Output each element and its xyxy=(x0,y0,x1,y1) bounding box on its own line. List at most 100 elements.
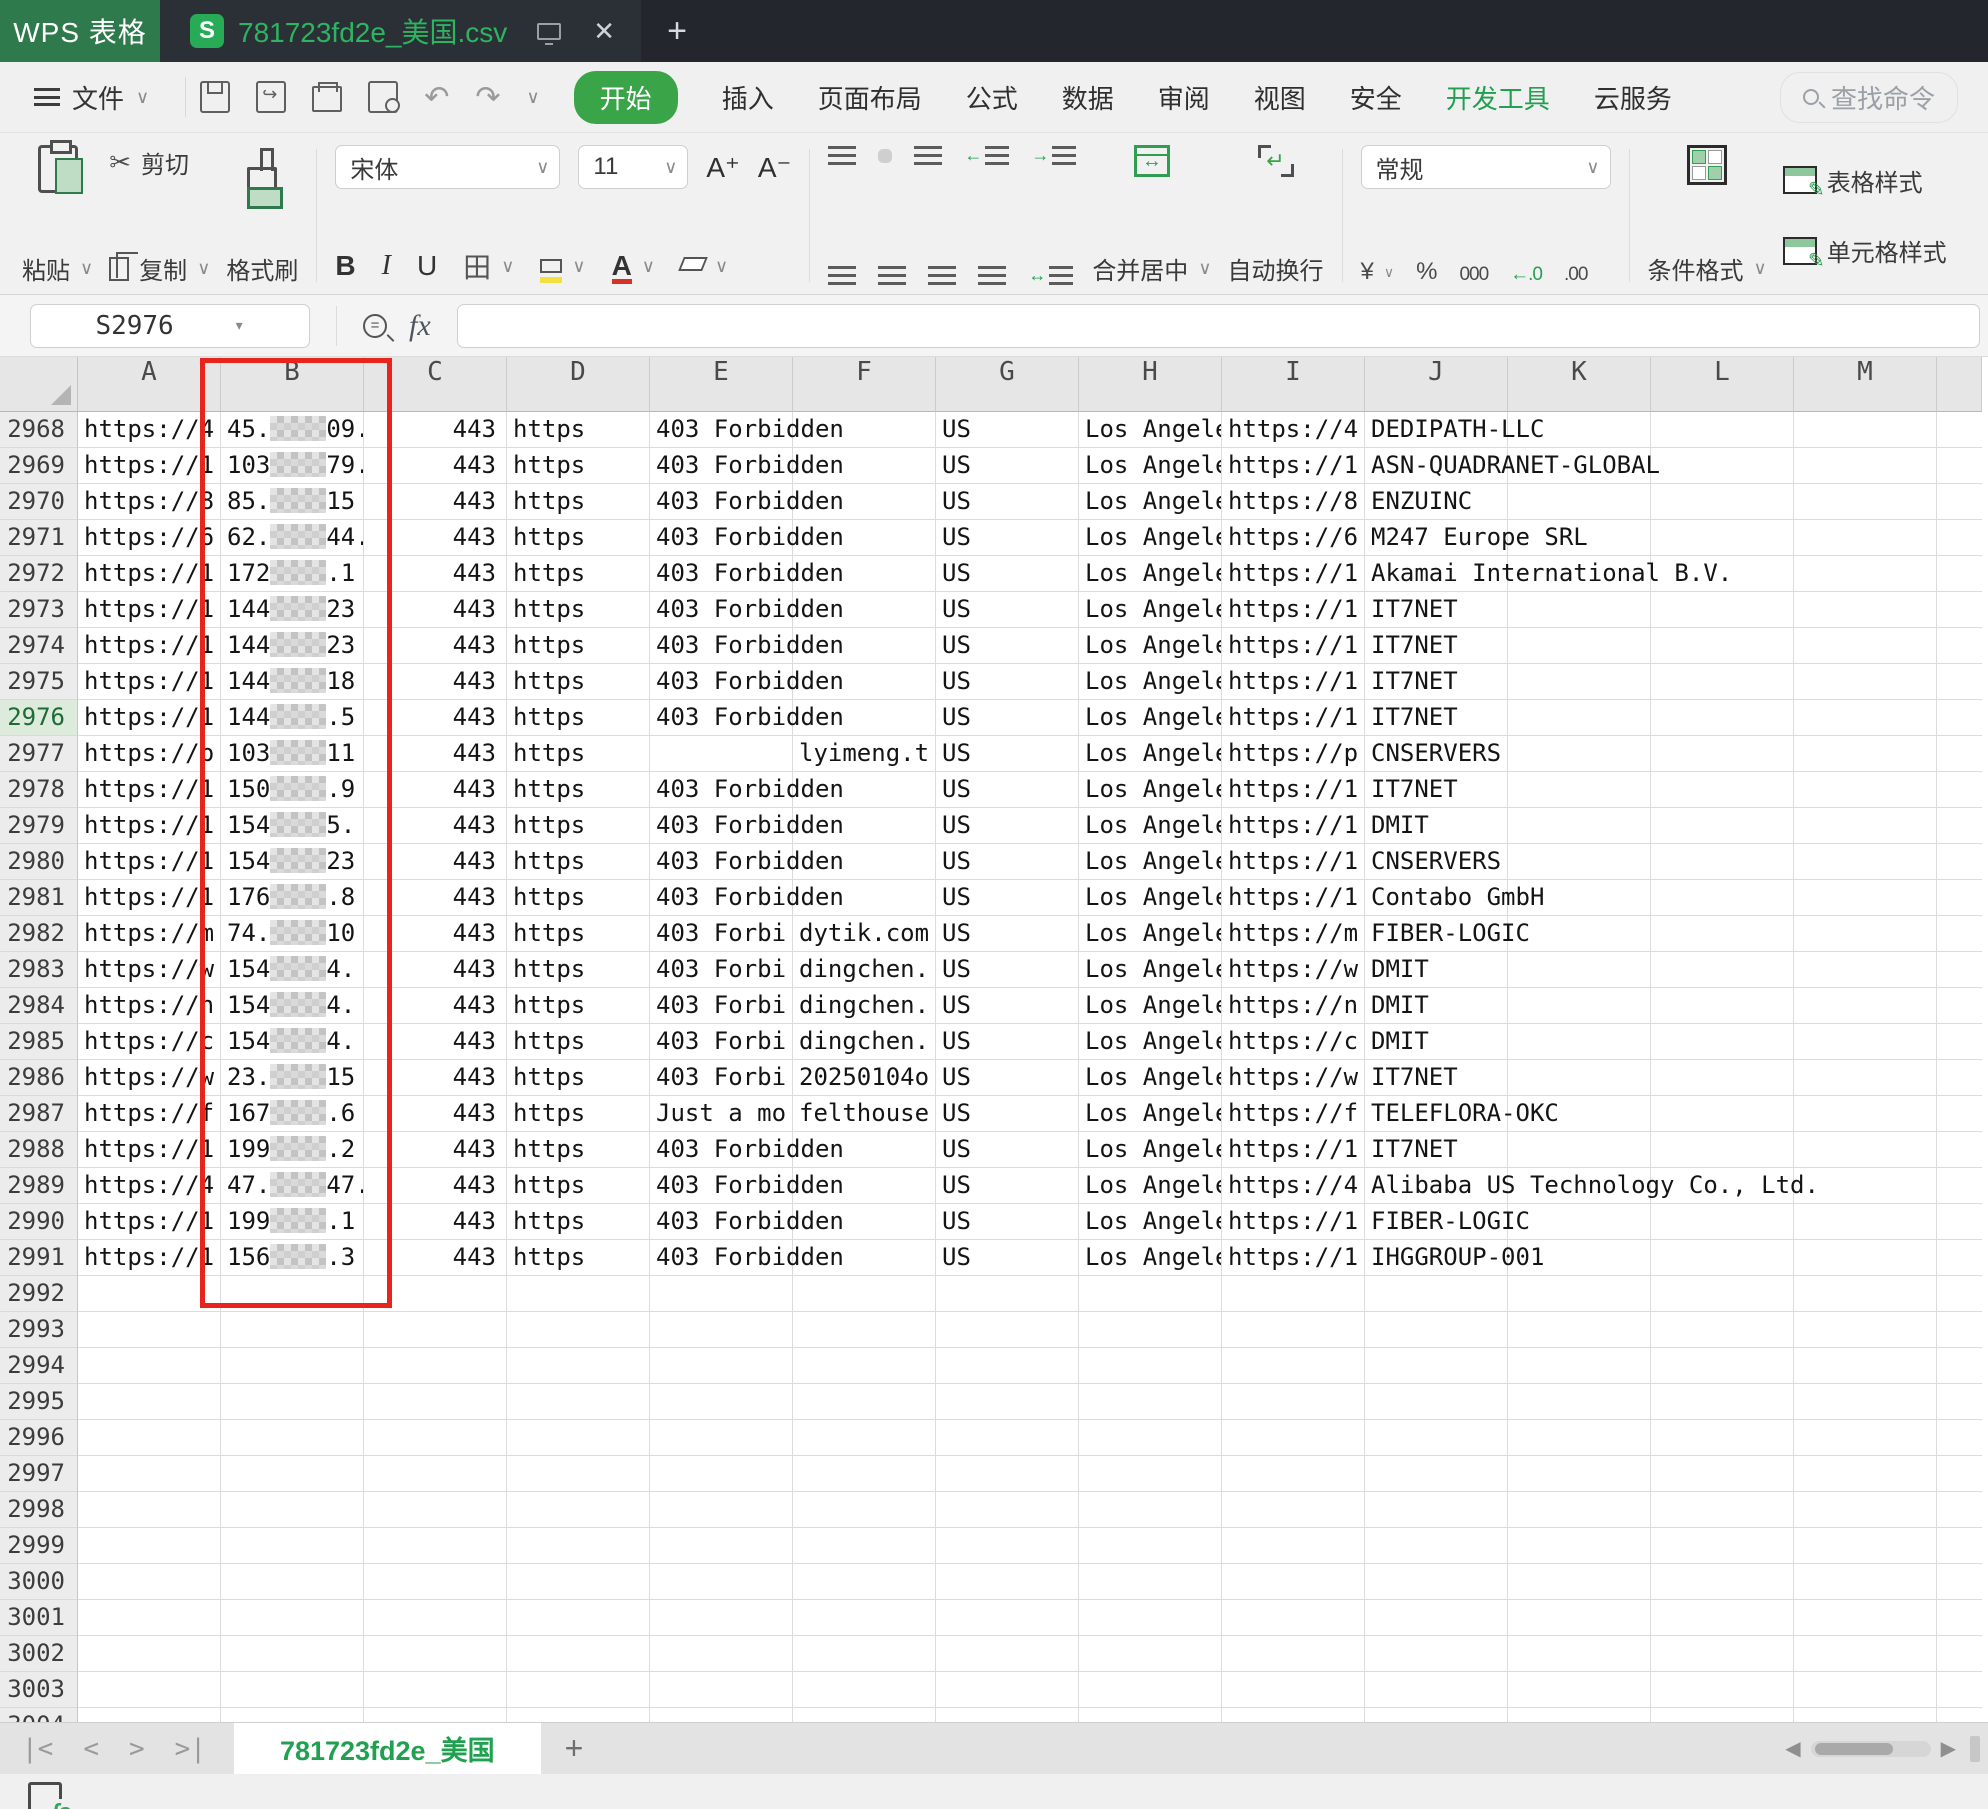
cell-style-button[interactable]: 单元格样式 xyxy=(1782,233,1947,273)
cell-E2985[interactable]: 403 Forbi xyxy=(650,1024,793,1060)
cell-A2982[interactable]: https://m xyxy=(78,916,221,952)
cell-E3001[interactable] xyxy=(650,1600,793,1636)
cell-A2977[interactable]: https://p xyxy=(78,736,221,772)
cell-E2973[interactable]: 403 Forbidden xyxy=(650,592,844,628)
cell-J2994[interactable] xyxy=(1365,1348,1508,1384)
cell-M2976[interactable] xyxy=(1794,700,1937,736)
cell-partial[interactable] xyxy=(1937,1600,1982,1636)
cell-I2983[interactable]: https://w xyxy=(1222,952,1365,988)
cell-K2997[interactable] xyxy=(1508,1456,1651,1492)
row-header-2977[interactable]: 2977 xyxy=(0,736,78,772)
tab-insert[interactable]: 插入 xyxy=(722,79,774,116)
cell-A2986[interactable]: https://w xyxy=(78,1060,221,1096)
cell-A3002[interactable] xyxy=(78,1636,221,1672)
cell-C2989[interactable]: 443 xyxy=(364,1168,507,1204)
row-header-2985[interactable]: 2985 xyxy=(0,1024,78,1060)
cell-C2974[interactable]: 443 xyxy=(364,628,507,664)
cell-I2980[interactable]: https://1 xyxy=(1222,844,1365,880)
cell-D2994[interactable] xyxy=(507,1348,650,1384)
new-document-button[interactable]: + xyxy=(641,0,713,62)
cell-K2973[interactable] xyxy=(1508,592,1651,628)
cell-L2988[interactable] xyxy=(1651,1132,1794,1168)
cell-M2969[interactable] xyxy=(1794,448,1937,484)
cell-B2980[interactable]: 154 23 xyxy=(221,844,364,880)
cell-G3004[interactable] xyxy=(936,1708,1079,1722)
row-header-2979[interactable]: 2979 xyxy=(0,808,78,844)
column-header-B[interactable]: B xyxy=(221,357,364,412)
cell-K2996[interactable] xyxy=(1508,1420,1651,1456)
cell-G2977[interactable]: US xyxy=(936,736,1079,772)
cell-M2971[interactable] xyxy=(1794,520,1937,556)
cell-K2999[interactable] xyxy=(1508,1528,1651,1564)
document-tab[interactable]: S 781723fd2e_美国.csv ✕ xyxy=(160,0,642,62)
cell-H2975[interactable]: Los Angele xyxy=(1079,664,1222,700)
cell-D2975[interactable]: https xyxy=(507,664,650,700)
cell-A2988[interactable]: https://1 xyxy=(78,1132,221,1168)
cell-D2982[interactable]: https xyxy=(507,916,650,952)
row-header-2973[interactable]: 2973 xyxy=(0,592,78,628)
cell-I3002[interactable] xyxy=(1222,1636,1365,1672)
cell-H2976[interactable]: Los Angele xyxy=(1079,700,1222,736)
cell-G3003[interactable] xyxy=(936,1672,1079,1708)
cell-J2988[interactable]: IT7NET xyxy=(1365,1132,1508,1168)
cell-H2971[interactable]: Los Angele xyxy=(1079,520,1222,556)
row-header-2975[interactable]: 2975 xyxy=(0,664,78,700)
cell-B2987[interactable]: 167.6 xyxy=(221,1096,364,1132)
italic-button[interactable]: I xyxy=(382,250,391,282)
cell-F2985[interactable]: dingchen. xyxy=(793,1024,936,1060)
cell-I2993[interactable] xyxy=(1222,1312,1365,1348)
cell-D2969[interactable]: https xyxy=(507,448,650,484)
cell-I2988[interactable]: https://1 xyxy=(1222,1132,1365,1168)
cell-K2975[interactable] xyxy=(1508,664,1651,700)
cell-M2977[interactable] xyxy=(1794,736,1937,772)
tab-developer-tools[interactable]: 开发工具 xyxy=(1446,79,1550,116)
cell-D2980[interactable]: https xyxy=(507,844,650,880)
cell-I2991[interactable]: https://1 xyxy=(1222,1240,1365,1276)
cell-I2987[interactable]: https://f xyxy=(1222,1096,1365,1132)
column-header-E[interactable]: E xyxy=(650,357,793,412)
column-header-I[interactable]: I xyxy=(1222,357,1365,412)
cell-G2997[interactable] xyxy=(936,1456,1079,1492)
cell-J2980[interactable]: CNSERVERS xyxy=(1365,844,1508,880)
cell-G2982[interactable]: US xyxy=(936,916,1079,952)
cell-I2986[interactable]: https://w xyxy=(1222,1060,1365,1096)
split-handle[interactable] xyxy=(1970,1735,1980,1762)
row-header-3001[interactable]: 3001 xyxy=(0,1600,78,1636)
align-middle-button[interactable] xyxy=(878,148,893,163)
decrease-indent-button[interactable]: ← xyxy=(964,145,1010,166)
cell-M2973[interactable] xyxy=(1794,592,1937,628)
cell-H2982[interactable]: Los Angele xyxy=(1079,916,1222,952)
cell-I2971[interactable]: https://6 xyxy=(1222,520,1365,556)
cell-M2981[interactable] xyxy=(1794,880,1937,916)
cell-J2970[interactable]: ENZUINC xyxy=(1365,484,1508,520)
cell-M3001[interactable] xyxy=(1794,1600,1937,1636)
cell-J2973[interactable]: IT7NET xyxy=(1365,592,1508,628)
next-sheet-icon[interactable]: > xyxy=(129,1734,145,1764)
cell-E2993[interactable] xyxy=(650,1312,793,1348)
cell-L2975[interactable] xyxy=(1651,664,1794,700)
cell-D2993[interactable] xyxy=(507,1312,650,1348)
cell-D2991[interactable]: https xyxy=(507,1240,650,1276)
cell-D2998[interactable] xyxy=(507,1492,650,1528)
cell-A2993[interactable] xyxy=(78,1312,221,1348)
cell-A2972[interactable]: https://1 xyxy=(78,556,221,592)
cell-K3000[interactable] xyxy=(1508,1564,1651,1600)
cell-K2978[interactable] xyxy=(1508,772,1651,808)
row-header-2986[interactable]: 2986 xyxy=(0,1060,78,1096)
cell-I2995[interactable] xyxy=(1222,1384,1365,1420)
cell-E2992[interactable] xyxy=(650,1276,793,1312)
cell-M2985[interactable] xyxy=(1794,1024,1937,1060)
cell-M2992[interactable] xyxy=(1794,1276,1937,1312)
cell-C2968[interactable]: 443 xyxy=(364,412,507,448)
currency-button[interactable]: ¥ ∨ xyxy=(1361,258,1395,286)
cell-I2974[interactable]: https://1 xyxy=(1222,628,1365,664)
cell-L2976[interactable] xyxy=(1651,700,1794,736)
insert-function-icon[interactable]: fx xyxy=(409,309,431,343)
cell-J2976[interactable]: IT7NET xyxy=(1365,700,1508,736)
cell-K2980[interactable] xyxy=(1508,844,1651,880)
cell-L3000[interactable] xyxy=(1651,1564,1794,1600)
column-header-F[interactable]: F xyxy=(793,357,936,412)
format-painter-icon[interactable] xyxy=(247,148,284,209)
row-header-2994[interactable]: 2994 xyxy=(0,1348,78,1384)
cell-B2988[interactable]: 199.2 xyxy=(221,1132,364,1168)
